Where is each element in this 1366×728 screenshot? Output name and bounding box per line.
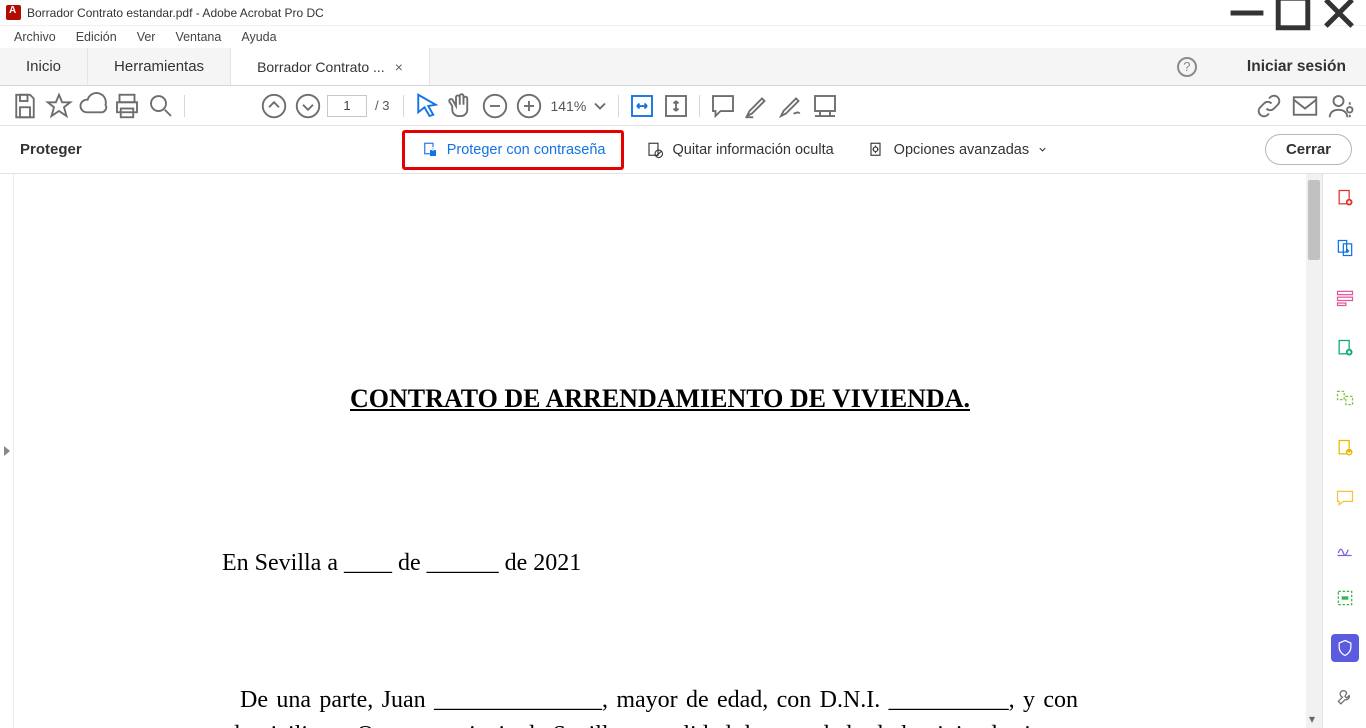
chevron-right-icon	[4, 446, 10, 456]
rail-compress-icon[interactable]	[1331, 434, 1359, 462]
menu-archivo[interactable]: Archivo	[6, 28, 64, 46]
close-window-button[interactable]	[1316, 0, 1362, 26]
rail-edit-icon[interactable]	[1331, 284, 1359, 312]
selection-tool-icon[interactable]	[412, 91, 442, 121]
left-panel-toggle[interactable]	[0, 174, 14, 728]
close-protect-button[interactable]: Cerrar	[1265, 134, 1352, 165]
comment-icon[interactable]	[708, 91, 738, 121]
tab-document-label: Borrador Contrato ...	[257, 59, 385, 75]
star-icon[interactable]	[44, 91, 74, 121]
sign-in-button[interactable]: Iniciar sesión	[1247, 58, 1346, 76]
advanced-options-button[interactable]: Opciones avanzadas	[856, 135, 1060, 165]
menu-ventana[interactable]: Ventana	[167, 28, 229, 46]
document-date-line: En Sevilla a ____ de ______ de 2021	[222, 550, 1278, 577]
rail-export-icon[interactable]	[1331, 234, 1359, 262]
page-number-input[interactable]	[327, 95, 367, 117]
scroll-down-icon[interactable]: ▾	[1309, 712, 1315, 726]
document-paragraph-1: De una parte, Juan ______________, mayor…	[228, 683, 1078, 728]
protect-password-button[interactable]: Proteger con contraseña	[402, 130, 625, 170]
zoom-in-icon[interactable]	[514, 91, 544, 121]
tab-document[interactable]: Borrador Contrato ... ×	[231, 48, 430, 85]
share-user-icon[interactable]	[1326, 91, 1356, 121]
search-icon[interactable]	[146, 91, 176, 121]
tab-close-icon[interactable]: ×	[395, 59, 403, 75]
tools-rail	[1322, 174, 1366, 728]
fit-page-icon[interactable]	[661, 91, 691, 121]
menu-ayuda[interactable]: Ayuda	[233, 28, 284, 46]
sign-icon[interactable]	[776, 91, 806, 121]
workspace: CONTRATO DE ARRENDAMIENTO DE VIVIENDA. E…	[0, 174, 1366, 728]
advanced-options-label: Opciones avanzadas	[894, 142, 1029, 158]
rail-create-pdf-icon[interactable]	[1331, 184, 1359, 212]
protect-password-label: Proteger con contraseña	[447, 142, 606, 158]
print-icon[interactable]	[112, 91, 142, 121]
email-icon[interactable]	[1290, 91, 1320, 121]
rail-protect-icon[interactable]	[1331, 634, 1359, 662]
rail-fill-sign-icon[interactable]	[1331, 534, 1359, 562]
stamp-icon[interactable]	[810, 91, 840, 121]
zoom-value-label: 141%	[550, 98, 586, 114]
menu-edicion[interactable]: Edición	[68, 28, 125, 46]
menu-ver[interactable]: Ver	[129, 28, 164, 46]
remove-hidden-label: Quitar información oculta	[672, 142, 833, 158]
protect-toolbar-label: Proteger	[20, 141, 82, 158]
rail-comment-icon[interactable]	[1331, 484, 1359, 512]
maximize-button[interactable]	[1270, 0, 1316, 26]
page-up-icon[interactable]	[259, 91, 289, 121]
vertical-scrollbar[interactable]: ▾	[1306, 174, 1322, 728]
zoom-dropdown-icon[interactable]	[590, 91, 610, 121]
remove-hidden-button[interactable]: Quitar información oculta	[634, 135, 845, 165]
highlight-icon[interactable]	[742, 91, 772, 121]
page-total-label: / 3	[375, 98, 389, 113]
save-icon[interactable]	[10, 91, 40, 121]
rail-more-tools-icon[interactable]	[1331, 684, 1359, 712]
main-toolbar: / 3 141%	[0, 86, 1366, 126]
scroll-thumb[interactable]	[1308, 180, 1320, 260]
link-icon[interactable]	[1254, 91, 1284, 121]
tab-herramientas[interactable]: Herramientas	[88, 48, 231, 85]
tab-inicio[interactable]: Inicio	[0, 48, 88, 85]
rail-redact-icon[interactable]	[1331, 584, 1359, 612]
title-bar: Borrador Contrato estandar.pdf - Adobe A…	[0, 0, 1366, 26]
page-down-icon[interactable]	[293, 91, 323, 121]
hand-tool-icon[interactable]	[446, 91, 476, 121]
window-title: Borrador Contrato estandar.pdf - Adobe A…	[27, 6, 1224, 20]
document-viewport[interactable]: CONTRATO DE ARRENDAMIENTO DE VIVIENDA. E…	[14, 174, 1306, 728]
minimize-button[interactable]	[1224, 0, 1270, 26]
cloud-icon[interactable]	[78, 91, 108, 121]
rail-organize-icon[interactable]	[1331, 334, 1359, 362]
rail-combine-icon[interactable]	[1331, 384, 1359, 412]
zoom-out-icon[interactable]	[480, 91, 510, 121]
tab-row: Inicio Herramientas Borrador Contrato ..…	[0, 48, 1366, 86]
protect-toolbar: Proteger Proteger con contraseña Quitar …	[0, 126, 1366, 174]
menu-bar: Archivo Edición Ver Ventana Ayuda	[0, 26, 1366, 48]
help-icon[interactable]: ?	[1177, 57, 1197, 77]
document-heading: CONTRATO DE ARRENDAMIENTO DE VIVIENDA.	[42, 384, 1278, 414]
app-pdf-icon	[6, 5, 21, 20]
fit-width-icon[interactable]	[627, 91, 657, 121]
